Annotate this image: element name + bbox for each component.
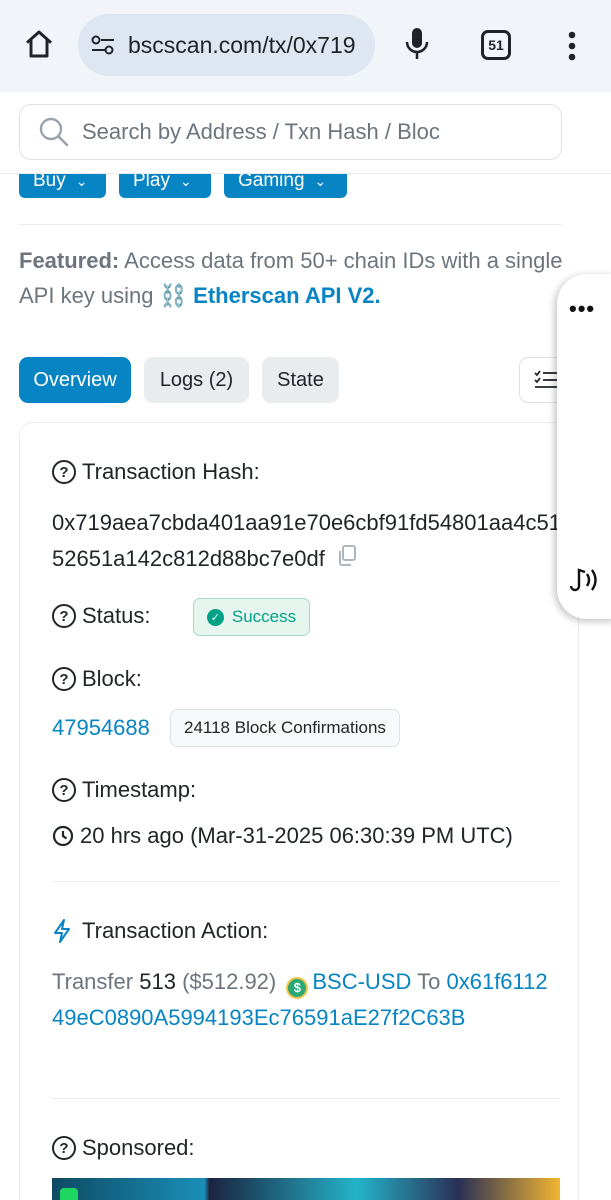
more-horiz-icon[interactable]: ••• bbox=[569, 296, 595, 322]
search-section bbox=[0, 92, 611, 174]
browser-toolbar: bscscan.com/tx/0x719 51 bbox=[0, 0, 611, 92]
search-icon bbox=[38, 116, 70, 148]
featured-prefix: Featured: bbox=[19, 248, 120, 273]
ad-logo-icon bbox=[60, 1188, 78, 1200]
action-to: To bbox=[417, 969, 441, 994]
buy-button[interactable]: Buy ⌄ bbox=[19, 174, 106, 198]
search-input[interactable] bbox=[82, 119, 472, 145]
status-label-row: ? Status: bbox=[52, 603, 150, 629]
transaction-hash: 0x719aea7cbda401aa91e70e6cbf91fd54801aa4… bbox=[52, 505, 562, 578]
block-number-link[interactable]: 47954688 bbox=[52, 715, 150, 741]
search-box[interactable] bbox=[19, 104, 562, 160]
gaming-label: Gaming bbox=[238, 174, 305, 191]
sponsored-ad-banner[interactable] bbox=[52, 1178, 560, 1200]
help-icon[interactable]: ? bbox=[52, 667, 76, 691]
play-button[interactable]: Play ⌄ bbox=[119, 174, 211, 198]
action-amount: 513 bbox=[139, 969, 176, 994]
timestamp-row: 20 hrs ago (Mar-31-2025 06:30:39 PM UTC) bbox=[52, 823, 513, 849]
timestamp-label-row: ? Timestamp: bbox=[52, 777, 196, 803]
overview-card: ? Transaction Hash: 0x719aea7cbda401aa91… bbox=[19, 422, 579, 1200]
hash-label-row: ? Transaction Hash: bbox=[52, 459, 260, 485]
help-icon[interactable]: ? bbox=[52, 460, 76, 484]
help-icon[interactable]: ? bbox=[52, 1136, 76, 1160]
bsc-usd-token-icon: $ bbox=[286, 977, 309, 999]
clock-icon bbox=[52, 825, 74, 847]
tabs-icon[interactable]: 51 bbox=[481, 30, 511, 60]
tab-overview[interactable]: Overview bbox=[19, 357, 131, 403]
chain-emoji-icon: ⛓️ bbox=[159, 283, 188, 308]
floating-side-widget[interactable]: ••• bbox=[557, 274, 611, 619]
help-icon[interactable]: ? bbox=[52, 604, 76, 628]
copy-icon[interactable] bbox=[337, 542, 357, 578]
mic-icon[interactable] bbox=[400, 24, 434, 64]
lightning-icon bbox=[52, 919, 72, 943]
action-verb: Transfer bbox=[52, 969, 134, 994]
tab-state[interactable]: State bbox=[262, 357, 339, 403]
site-settings-icon[interactable] bbox=[88, 34, 118, 56]
divider bbox=[19, 224, 562, 225]
block-confirmations-badge: 24118 Block Confirmations bbox=[170, 709, 400, 747]
sponsored-label-row: ? Sponsored: bbox=[52, 1135, 195, 1161]
action-usd: ($512.92) bbox=[182, 969, 277, 994]
action-label: Transaction Action: bbox=[82, 918, 269, 943]
timestamp-value: 20 hrs ago (Mar-31-2025 06:30:39 PM UTC) bbox=[80, 823, 513, 848]
audio-playback-icon[interactable] bbox=[567, 564, 603, 601]
more-vert-icon[interactable] bbox=[557, 26, 587, 66]
token-link[interactable]: BSC-USD bbox=[312, 969, 411, 994]
quick-nav-buttons: Buy ⌄ Play ⌄ Gaming ⌄ bbox=[0, 174, 611, 200]
status-label: Status: bbox=[82, 603, 151, 628]
status-value: Success bbox=[231, 607, 297, 626]
divider bbox=[52, 881, 560, 882]
chevron-down-icon: ⌄ bbox=[179, 174, 192, 189]
hash-value: 0x719aea7cbda401aa91e70e6cbf91fd54801aa4… bbox=[52, 510, 561, 571]
status-badge: ✓ Success bbox=[193, 598, 310, 636]
gaming-button[interactable]: Gaming ⌄ bbox=[224, 174, 347, 198]
tab-count: 51 bbox=[488, 37, 504, 53]
play-label: Play bbox=[133, 174, 170, 191]
timestamp-label: Timestamp: bbox=[82, 777, 197, 802]
etherscan-api-link[interactable]: Etherscan API V2. bbox=[193, 283, 380, 308]
divider bbox=[52, 1098, 560, 1099]
sponsored-label: Sponsored: bbox=[82, 1135, 195, 1160]
hash-label: Transaction Hash: bbox=[82, 459, 260, 484]
url-text[interactable]: bscscan.com/tx/0x719 bbox=[128, 32, 356, 59]
transaction-action: Transfer 513 ($512.92) $ BSC-USD To 0x61f… bbox=[52, 964, 552, 1036]
list-check-icon bbox=[534, 370, 557, 388]
address-bar[interactable]: bscscan.com/tx/0x719 bbox=[78, 14, 375, 76]
block-label-row: ? Block: bbox=[52, 666, 142, 692]
home-icon[interactable] bbox=[18, 22, 60, 66]
featured-banner: Featured: Access data from 50+ chain IDs… bbox=[19, 243, 589, 313]
buy-label: Buy bbox=[33, 174, 66, 191]
action-label-row: Transaction Action: bbox=[52, 918, 268, 944]
chevron-down-icon: ⌄ bbox=[75, 174, 88, 189]
check-circle-icon: ✓ bbox=[206, 608, 224, 626]
tab-logs[interactable]: Logs (2) bbox=[144, 357, 249, 403]
block-label: Block: bbox=[82, 666, 142, 691]
chevron-down-icon: ⌄ bbox=[314, 174, 327, 189]
help-icon[interactable]: ? bbox=[52, 778, 76, 802]
